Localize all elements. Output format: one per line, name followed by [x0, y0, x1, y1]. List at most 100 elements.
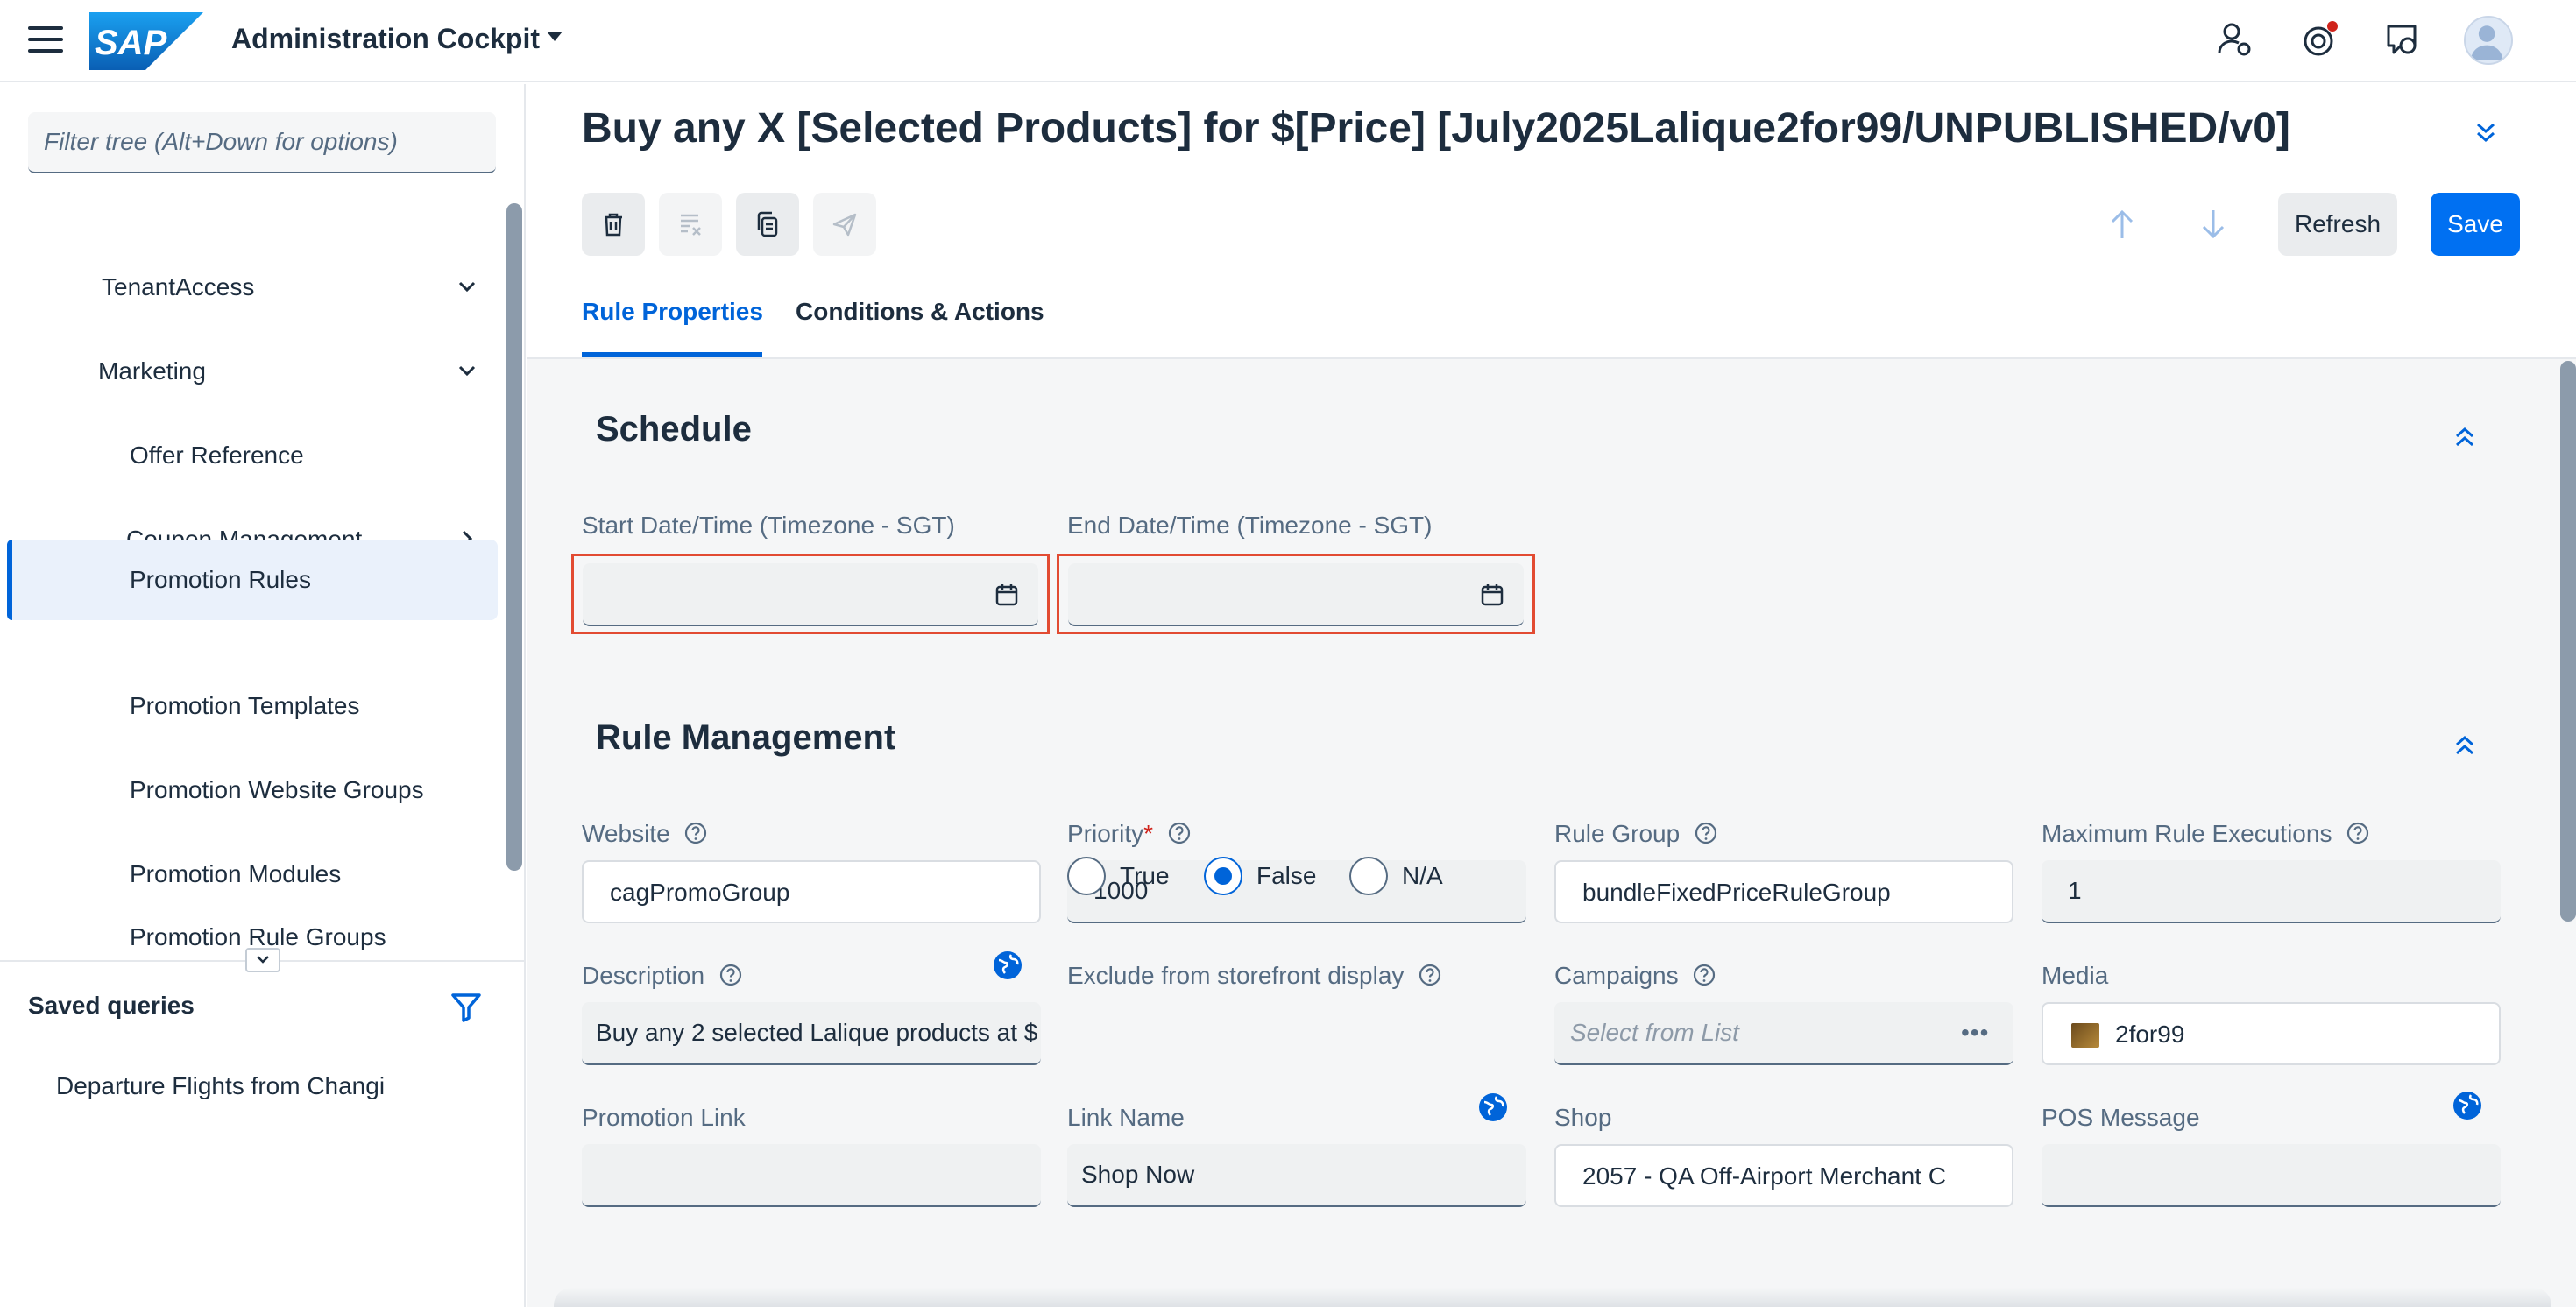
publish-button[interactable]	[813, 193, 876, 256]
nav-item-tenantaccess[interactable]: TenantAccess	[7, 247, 498, 328]
media-input[interactable]: 2for99	[2042, 1002, 2501, 1065]
help-icon[interactable]	[1418, 963, 1442, 987]
nav-item-label: Offer Reference	[130, 442, 304, 469]
help-icon[interactable]	[2346, 821, 2370, 845]
rule-group-label-text: Rule Group	[1554, 820, 1681, 847]
user-settings-icon[interactable]	[2215, 19, 2255, 60]
promotion-link-input[interactable]	[582, 1144, 1041, 1207]
tab-rule-properties[interactable]: Rule Properties	[582, 294, 763, 329]
description-input[interactable]: Buy any 2 selected Lalique products at $	[582, 1002, 1041, 1065]
saved-query-item[interactable]: Departure Flights from Changi	[56, 1072, 385, 1100]
nav-item-label: Marketing	[98, 357, 206, 385]
website-label: Website	[582, 818, 708, 850]
exclude-storefront-label-text: Exclude from storefront display	[1067, 962, 1405, 989]
help-icon[interactable]	[718, 963, 743, 987]
page-title: Buy any X [Selected Products] for $[Pric…	[582, 105, 2290, 152]
nav-resize-handle[interactable]	[245, 948, 280, 972]
chevron-down-icon[interactable]	[457, 277, 477, 296]
nav-item-marketing[interactable]: Marketing	[7, 331, 498, 412]
nav-item-promotion-templates[interactable]: Promotion Templates	[7, 666, 498, 746]
schedule-section-title: Schedule	[596, 410, 752, 449]
radio-false[interactable]	[1204, 857, 1242, 895]
max-executions-input[interactable]: 1	[2042, 860, 2501, 923]
help-icon[interactable]	[1167, 821, 1192, 845]
filter-tree-input[interactable]: Filter tree (Alt+Down for options)	[28, 112, 496, 173]
link-name-input[interactable]: Shop Now	[1067, 1144, 1526, 1207]
help-icon[interactable]	[1692, 963, 1716, 987]
notifications-icon[interactable]	[2299, 19, 2339, 60]
content-scrollbar[interactable]	[2560, 361, 2576, 922]
feedback-icon[interactable]	[2383, 19, 2424, 60]
double-chevron-up-icon[interactable]	[2452, 732, 2478, 759]
nav-item-offer-reference[interactable]: Offer Reference	[7, 415, 498, 496]
radio-false-label: False	[1256, 862, 1317, 889]
arrow-up-icon[interactable]	[2099, 201, 2145, 247]
pos-message-input[interactable]	[2042, 1144, 2501, 1207]
rule-group-input[interactable]: bundleFixedPriceRuleGroup	[1554, 860, 2013, 923]
shop-input[interactable]: 2057 - QA Off-Airport Merchant C	[1554, 1144, 2013, 1207]
start-date-input[interactable]	[583, 563, 1038, 626]
nav-item-promotion-website-groups[interactable]: Promotion Website Groups	[7, 750, 498, 830]
chevron-down-icon[interactable]	[457, 361, 477, 380]
end-date-input[interactable]	[1068, 563, 1524, 626]
navigation-tree: Filter tree (Alt+Down for options) Tenan…	[0, 84, 526, 1307]
next-section-edge	[554, 1288, 2551, 1307]
nav-item-label: Promotion Website Groups	[130, 776, 424, 803]
save-button[interactable]: Save	[2431, 193, 2520, 256]
filter-icon[interactable]	[450, 992, 482, 1023]
double-chevron-up-icon[interactable]	[2452, 424, 2478, 450]
nav-item-promotion-modules[interactable]: Promotion Modules	[7, 834, 498, 915]
arrow-down-icon[interactable]	[2190, 201, 2236, 247]
website-label-text: Website	[582, 820, 670, 847]
discard-button[interactable]	[659, 193, 722, 256]
priority-label-text: Priority	[1067, 820, 1144, 847]
shell-bar: SAP Administration Cockpit	[0, 0, 2576, 82]
more-options-icon[interactable]: •••	[1961, 1002, 1989, 1063]
radio-true[interactable]	[1067, 857, 1106, 895]
nav-item-label: TenantAccess	[102, 273, 255, 300]
globe-icon[interactable]	[1477, 1092, 1509, 1123]
copy-button[interactable]	[736, 193, 799, 256]
saved-queries-title: Saved queries	[28, 992, 195, 1019]
nav-scrollbar[interactable]	[506, 203, 522, 871]
campaigns-label: Campaigns	[1554, 960, 1716, 992]
paper-plane-icon	[832, 213, 857, 237]
globe-icon[interactable]	[2452, 1090, 2483, 1121]
editor-area: Buy any X [Selected Products] for $[Pric…	[527, 84, 2576, 1307]
campaigns-input[interactable]: Select from List •••	[1554, 1002, 2013, 1065]
double-chevron-down-icon[interactable]	[2473, 119, 2499, 145]
sap-logo[interactable]: SAP	[89, 12, 203, 70]
end-date-error-outline	[1057, 554, 1535, 634]
max-executions-label-text: Maximum Rule Executions	[2042, 820, 2332, 847]
max-executions-label: Maximum Rule Executions	[2042, 818, 2370, 850]
menu-icon[interactable]	[28, 26, 63, 56]
priority-label: Priority*	[1067, 818, 1192, 850]
website-input[interactable]: cagPromoGroup	[582, 860, 1041, 923]
calendar-icon[interactable]	[993, 581, 1021, 609]
globe-icon[interactable]	[992, 950, 1023, 981]
media-thumbnail	[2071, 1023, 2099, 1048]
delete-button[interactable]	[582, 193, 645, 256]
user-avatar[interactable]	[2464, 16, 2513, 65]
calendar-icon[interactable]	[1478, 581, 1506, 609]
radio-true-label: True	[1120, 862, 1170, 889]
link-name-label: Link Name	[1067, 1104, 1185, 1131]
description-label: Description	[582, 960, 743, 992]
nav-item-promotion-rules[interactable]: Promotion Rules	[7, 540, 498, 620]
nav-item-label: Promotion Rules	[130, 566, 311, 593]
rule-management-section-title: Rule Management	[596, 718, 896, 757]
help-icon[interactable]	[683, 821, 708, 845]
media-value: 2for99	[2115, 1021, 2185, 1048]
radio-na-label: N/A	[1402, 862, 1443, 889]
app-title-dropdown-icon[interactable]	[547, 32, 563, 41]
description-label-text: Description	[582, 962, 705, 989]
trash-icon	[605, 213, 622, 237]
refresh-button[interactable]: Refresh	[2278, 193, 2397, 256]
app-title[interactable]: Administration Cockpit	[231, 19, 540, 58]
help-icon[interactable]	[1694, 821, 1718, 845]
nav-item-label: Promotion Templates	[130, 692, 360, 719]
tab-conditions-actions[interactable]: Conditions & Actions	[796, 294, 1044, 329]
radio-na[interactable]	[1349, 857, 1388, 895]
start-date-label: Start Date/Time (Timezone - SGT)	[582, 512, 955, 539]
exclude-storefront-label: Exclude from storefront display	[1067, 960, 1442, 992]
